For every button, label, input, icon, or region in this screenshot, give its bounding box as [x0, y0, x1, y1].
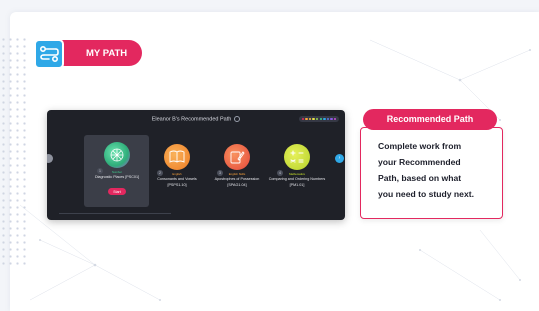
progress-dot [326, 117, 330, 121]
callout-text: Complete work from your Recommended Path… [378, 138, 498, 202]
scrollbar[interactable] [59, 213, 171, 214]
my-path-label: MY PATH [86, 47, 128, 59]
screen-title: Eleanor B's Recommended Path [151, 116, 232, 123]
progress-dot [319, 117, 322, 121]
progress-dot [308, 117, 312, 121]
node-number: 4 [277, 170, 283, 176]
slide: MY PATH Eleanor B's Recommended Path 1 N… [0, 0, 539, 311]
progress-dots [299, 116, 339, 122]
node-number: 2 [157, 170, 163, 176]
callout-line-3: Path, based on what [378, 173, 462, 183]
dot-pattern [0, 36, 26, 266]
progress-dot [316, 117, 319, 121]
progress-dot [301, 117, 305, 121]
progress-dot [312, 117, 315, 121]
node-number: 1 [97, 168, 103, 174]
pencil-icon [224, 144, 250, 170]
progress-dot [330, 117, 333, 121]
node-label-line-1: Comparing and Ordering Numbers [268, 177, 326, 181]
recommended-path-screen: Eleanor B's Recommended Path 1 Number Di… [47, 110, 345, 220]
callout-header: Recommended Path [363, 109, 497, 130]
node-label-line-2: [PM1.01] [289, 182, 305, 187]
callout-line-2: your Recommended [378, 157, 461, 167]
path-flow-icon [34, 39, 64, 69]
next-arrow-icon[interactable]: › [335, 154, 344, 163]
info-icon[interactable] [234, 116, 241, 122]
progress-dot [305, 117, 308, 121]
start-button[interactable]: Start [108, 188, 126, 196]
math-symbols-icon [284, 144, 310, 170]
path-node-4[interactable]: 4 Mathematics Comparing and Ordering Num… [262, 144, 332, 187]
node-number: 3 [217, 170, 223, 176]
progress-dot [323, 117, 326, 121]
previous-arrow-icon[interactable] [47, 154, 53, 163]
node-category: Mathematics [289, 172, 305, 176]
my-path-badge: MY PATH [60, 40, 142, 66]
progress-dot [333, 117, 337, 121]
callout-line-4: you need to study next. [378, 189, 474, 199]
callout-line-1: Complete work from [378, 141, 462, 151]
diagnostic-icon [104, 142, 130, 168]
book-icon [164, 144, 190, 170]
